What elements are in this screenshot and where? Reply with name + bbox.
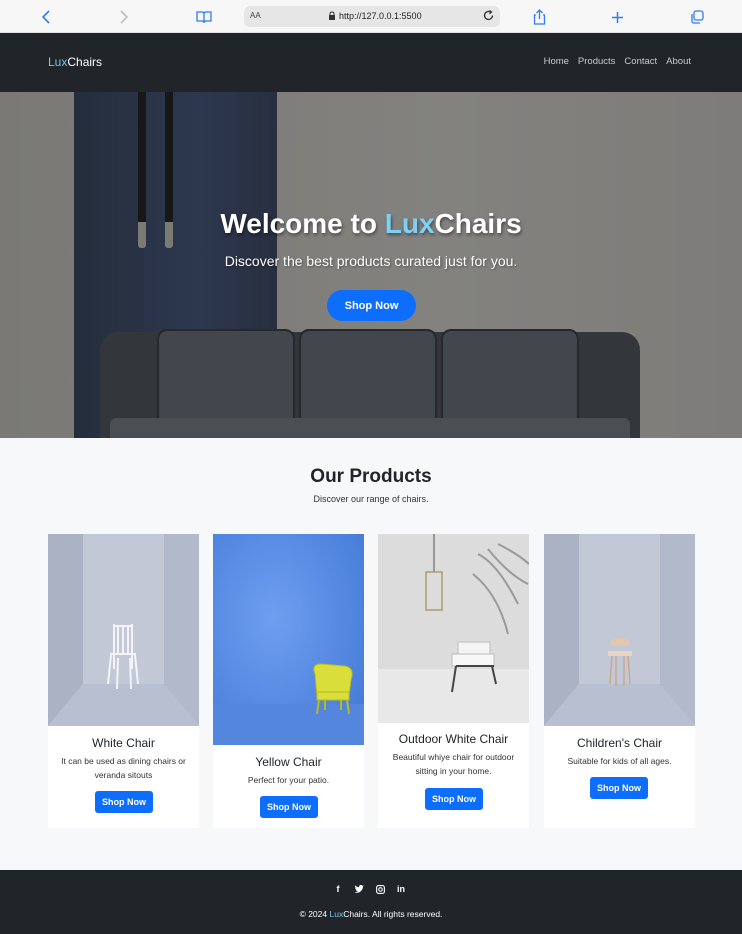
product-card: Children's Chair Suitable for kids of al… bbox=[544, 534, 695, 828]
product-shop-now-button[interactable]: Shop Now bbox=[425, 788, 483, 810]
hero-title-suffix: Chairs bbox=[434, 208, 522, 239]
back-icon[interactable] bbox=[35, 6, 57, 28]
hero-shop-now-button[interactable]: Shop Now bbox=[327, 290, 416, 321]
hero-section: Welcome to LuxChairs Discover the best p… bbox=[0, 92, 742, 438]
brand-suffix: Chairs bbox=[67, 55, 103, 69]
product-card: White Chair It can be used as dining cha… bbox=[48, 534, 199, 828]
bookmarks-icon[interactable] bbox=[193, 6, 215, 28]
address-bar[interactable]: AA http://127.0.0.1:5500 bbox=[244, 6, 500, 27]
products-subtitle: Discover our range of chairs. bbox=[313, 494, 429, 504]
products-title: Our Products bbox=[310, 466, 432, 487]
url-text: http://127.0.0.1:5500 bbox=[339, 11, 422, 21]
twitter-icon[interactable] bbox=[354, 884, 364, 894]
product-image-outdoor-white-chair bbox=[378, 534, 529, 723]
nav-about[interactable]: About bbox=[666, 56, 691, 67]
nav-links: Home Products Contact About bbox=[544, 56, 691, 67]
product-image-childrens-chair bbox=[544, 534, 695, 726]
browser-toolbar: AA http://127.0.0.1:5500 bbox=[0, 0, 742, 33]
forward-icon[interactable] bbox=[113, 6, 135, 28]
lock-icon bbox=[328, 11, 336, 23]
product-shop-now-button[interactable]: Shop Now bbox=[260, 796, 318, 818]
text-size-button[interactable]: AA bbox=[250, 11, 261, 20]
product-name: Yellow Chair bbox=[255, 755, 322, 769]
instagram-icon[interactable] bbox=[375, 884, 385, 894]
product-image-yellow-chair bbox=[213, 534, 364, 745]
brand-logo[interactable]: LuxChairs bbox=[48, 55, 102, 69]
product-description: Perfect for your patio. bbox=[247, 775, 330, 785]
share-icon[interactable] bbox=[528, 6, 550, 28]
product-name: White Chair bbox=[92, 736, 155, 750]
product-description: Suitable for kids of all ages. bbox=[567, 756, 672, 766]
copyright-suffix: Chairs. All rights reserved. bbox=[343, 909, 443, 919]
product-image-white-chair bbox=[48, 534, 199, 726]
hero-subtitle: Discover the best products curated just … bbox=[224, 253, 518, 269]
linkedin-icon[interactable]: in bbox=[396, 884, 406, 894]
facebook-icon[interactable]: f bbox=[333, 884, 343, 894]
social-links: f in bbox=[333, 884, 406, 894]
site-footer: f in © 2024 LuxChairs. All rights reserv… bbox=[0, 870, 742, 934]
copyright-text: © 2024 LuxChairs. All rights reserved. bbox=[0, 909, 742, 919]
nav-contact[interactable]: Contact bbox=[624, 56, 657, 67]
hero-title-prefix: Welcome to bbox=[220, 208, 385, 239]
reload-icon[interactable] bbox=[482, 9, 495, 24]
product-card: Yellow Chair Perfect for your patio. Sho… bbox=[213, 534, 364, 828]
nav-home[interactable]: Home bbox=[544, 56, 569, 67]
nav-products[interactable]: Products bbox=[578, 56, 616, 67]
new-tab-icon[interactable] bbox=[606, 6, 628, 28]
product-shop-now-button[interactable]: Shop Now bbox=[95, 791, 153, 813]
copyright-brand-prefix: Lux bbox=[329, 909, 344, 919]
product-name: Children's Chair bbox=[577, 736, 662, 750]
product-description: It can be used as dining chairs or veran… bbox=[61, 756, 186, 780]
site-navbar: LuxChairs Home Products Contact About bbox=[0, 33, 742, 92]
product-description: Beautiful whiye chair for outdoor sittin… bbox=[392, 752, 515, 776]
tabs-overview-icon[interactable] bbox=[686, 6, 708, 28]
hero-title-accent: Lux bbox=[384, 208, 435, 239]
copyright-prefix: © 2024 bbox=[299, 909, 330, 919]
product-card: Outdoor White Chair Beautiful whiye chai… bbox=[378, 534, 529, 828]
brand-prefix: Lux bbox=[48, 55, 68, 69]
product-name: Outdoor White Chair bbox=[398, 732, 509, 746]
product-shop-now-button[interactable]: Shop Now bbox=[590, 777, 648, 799]
hero-title: Welcome to LuxChairs bbox=[0, 208, 742, 240]
